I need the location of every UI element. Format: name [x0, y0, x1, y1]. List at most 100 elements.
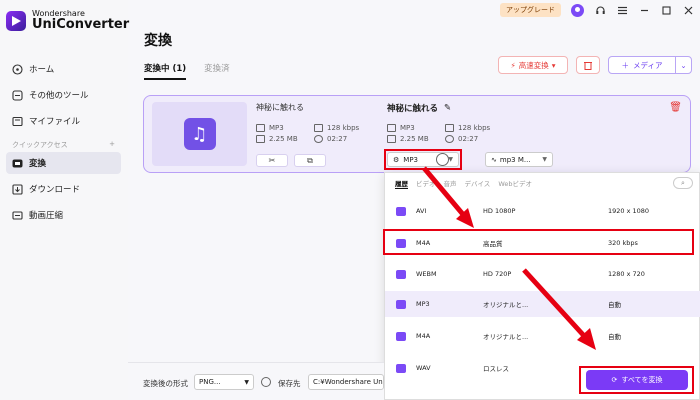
annotation-box-convert — [579, 366, 694, 394]
minimize-icon[interactable] — [638, 4, 650, 16]
tabs: 変換中 (1) 変換済 — [144, 62, 230, 80]
file-card[interactable]: ♫ 神秘に触れる MP3 128 kbps 2.25 MB 02:27 ✂ ⧉ … — [143, 95, 691, 173]
format-row-webm[interactable]: WEBM HD 720P 1280 x 720 — [385, 261, 700, 287]
output-file-name-row: 神秘に触れる ✎ — [387, 102, 451, 114]
tab-history[interactable]: 履歴 — [395, 178, 408, 189]
sidebar-item-label: 変換 — [29, 159, 47, 169]
quick-access-header: クイックアクセス + — [6, 136, 121, 152]
avatar[interactable] — [571, 3, 584, 17]
chevron-down-icon: ⌄ — [680, 60, 687, 70]
source-size: 2.25 MB — [256, 135, 298, 143]
sidebar-item-home[interactable]: ホーム — [6, 58, 121, 80]
settings-icon[interactable] — [436, 153, 449, 166]
sidebar-item-tools[interactable]: その他のツール — [6, 84, 121, 106]
maximize-icon[interactable] — [660, 4, 672, 16]
music-note-icon: ♫ — [183, 118, 216, 150]
source-duration: 02:27 — [314, 135, 347, 143]
tools-icon — [12, 89, 23, 101]
bitrate-icon — [314, 124, 323, 132]
lightning-icon: ⚡ — [510, 60, 516, 70]
chevron-down-icon: ▼ — [542, 156, 547, 163]
sidebar-item-label: マイファイル — [29, 117, 81, 127]
uniconverter-logo-icon — [6, 10, 26, 31]
format-search-button[interactable]: ⌕ — [673, 177, 693, 189]
search-icon: ⌕ — [681, 178, 685, 187]
quality-select[interactable]: ∿ mp3 M... ▼ — [485, 152, 553, 167]
brand-main: UniConverter — [32, 17, 130, 32]
tab-converting[interactable]: 変換中 (1) — [144, 62, 187, 80]
clock-icon — [445, 135, 454, 143]
output-bitrate: 128 kbps — [445, 124, 490, 132]
sidebar-item-convert[interactable]: 変換 — [6, 152, 121, 174]
file-thumbnail: ♫ — [152, 102, 247, 166]
add-media-label: メディア — [633, 60, 663, 70]
sidebar-item-label: ダウンロード — [29, 185, 81, 195]
tab-device[interactable]: デバイス — [465, 178, 491, 189]
menu-icon[interactable] — [616, 4, 628, 16]
save-location-field[interactable]: C:¥Wondershare UniC... — [308, 374, 384, 390]
folder-icon — [387, 135, 396, 143]
plus-icon: ＋ — [621, 60, 630, 70]
sidebar-item-myfiles[interactable]: マイファイル — [6, 110, 121, 132]
chevron-down-icon: ▼ — [244, 378, 249, 386]
page-title: 変換 — [144, 33, 172, 49]
quality-value: mp3 M... — [499, 155, 531, 164]
output-format-label: 変換後の形式 — [143, 379, 188, 388]
sidebar-item-label: その他のツール — [29, 91, 89, 101]
bitrate-icon — [445, 124, 454, 132]
trim-button[interactable]: ✂ — [256, 154, 288, 167]
bottom-bar: 変換後の形式 PNG... ▼ 保存先 C:¥Wondershare UniC.… — [128, 362, 384, 400]
annotation-box-format — [384, 149, 462, 170]
sidebar-item-label: ホーム — [29, 65, 55, 75]
file-icon — [12, 116, 23, 127]
delete-file-icon[interactable]: 🗑 — [669, 102, 682, 113]
sidebar-item-compress[interactable]: 動画圧縮 — [6, 204, 121, 226]
download-icon — [12, 183, 23, 195]
audio-wave-icon: ∿ — [491, 155, 497, 164]
video-format-icon — [396, 206, 406, 216]
format-row-m4a-original[interactable]: M4A オリジナルと... 自動 — [385, 323, 700, 349]
tab-converted[interactable]: 変換済 — [204, 62, 230, 80]
format-icon — [256, 124, 265, 132]
add-media-button[interactable]: ＋ メディア ⌄ — [608, 56, 692, 74]
headset-icon[interactable] — [594, 4, 606, 16]
sidebar: Wondershare UniConverter ホーム その他のツール マイフ… — [0, 0, 129, 400]
source-format: MP3 — [256, 124, 284, 132]
sidebar-item-label: 動画圧縮 — [29, 211, 64, 221]
tab-video[interactable]: ビデオ — [416, 178, 436, 189]
output-format: MP3 — [387, 124, 415, 132]
annotation-box-m4a — [383, 229, 694, 255]
source-file-name: 神秘に触れる — [256, 103, 304, 112]
add-media-dropdown[interactable]: ⌄ — [675, 57, 691, 73]
tab-web-video[interactable]: Webビデオ — [498, 178, 532, 189]
high-speed-label: 高速変換 — [518, 60, 549, 70]
compress-icon — [12, 210, 23, 221]
edit-button[interactable]: ⧉ — [294, 154, 326, 167]
output-duration: 02:27 — [445, 135, 478, 143]
close-icon[interactable] — [682, 4, 694, 16]
rename-icon[interactable]: ✎ — [444, 103, 451, 113]
audio-format-icon — [396, 299, 406, 309]
chevron-down-icon: ▾ — [551, 60, 556, 70]
format-row-avi[interactable]: AVI HD 1080P 1920 x 1080 — [385, 198, 700, 224]
output-file-name: 神秘に触れる — [387, 104, 439, 114]
audio-format-icon — [396, 363, 406, 373]
save-location-label: 保存先 — [278, 379, 301, 388]
upgrade-button[interactable]: アップグレード — [500, 3, 561, 17]
folder-icon — [256, 135, 265, 143]
video-format-icon — [396, 269, 406, 279]
sidebar-item-download[interactable]: ダウンロード — [6, 178, 121, 200]
format-icon — [387, 124, 396, 132]
output-format-dropdown[interactable]: PNG... ▼ — [194, 374, 254, 390]
format-row-mp3[interactable]: MP3 オリジナルと... 自動 — [385, 291, 700, 317]
settings-icon[interactable] — [261, 377, 271, 387]
high-speed-button[interactable]: ⚡ 高速変換 ▾ — [498, 56, 568, 74]
app-logo: Wondershare UniConverter — [6, 10, 129, 31]
scissors-icon: ✂ — [268, 156, 276, 165]
tab-audio[interactable]: 音声 — [444, 178, 457, 189]
delete-all-button[interactable] — [576, 56, 600, 74]
trash-icon — [584, 62, 592, 70]
format-tabs: 履歴 ビデオ 音声 デバイス Webビデオ — [395, 178, 532, 189]
sidebar-nav: ホーム その他のツール マイファイル クイックアクセス + 変換 ダウンロード … — [6, 58, 121, 230]
quick-access-add-button[interactable]: + — [109, 140, 115, 150]
